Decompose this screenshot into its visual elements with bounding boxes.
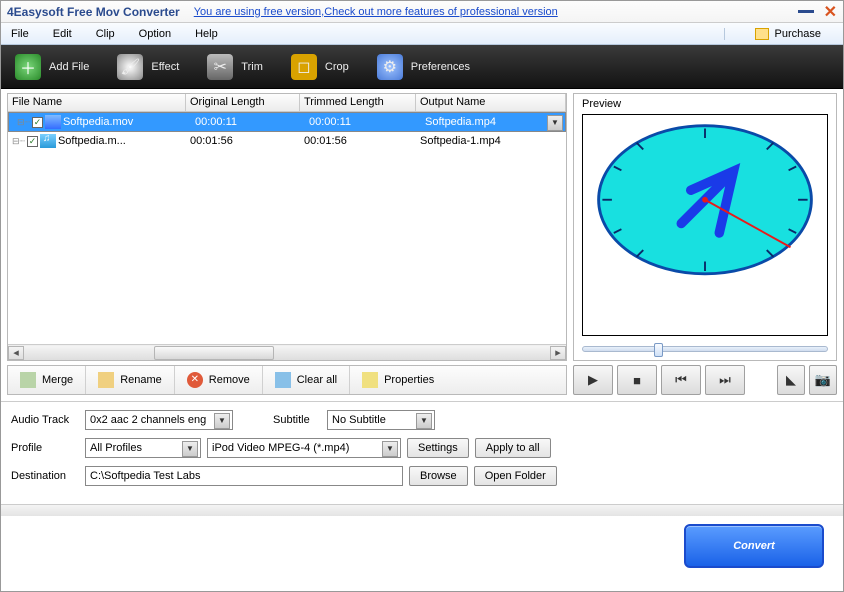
output-name: Softpedia.mp4 bbox=[421, 116, 561, 128]
video-icon bbox=[45, 115, 61, 129]
row-checkbox[interactable]: ✓ bbox=[32, 117, 43, 128]
rename-button[interactable]: Rename bbox=[86, 366, 175, 394]
toolbar: ＋ Add File 🖌 Effect ✂ Trim ◻ Crop ⚙ Pref… bbox=[1, 45, 843, 89]
remove-icon bbox=[187, 372, 203, 388]
menubar: File Edit Clip Option Help Purchase bbox=[1, 23, 843, 45]
add-file-button[interactable]: ＋ Add File bbox=[15, 54, 89, 80]
file-name: Softpedia.m... bbox=[58, 135, 126, 147]
crop-icon: ◻ bbox=[291, 54, 317, 80]
play-controls: ▶ ■ ⏮ ⏭ ◣ 📷 bbox=[573, 365, 837, 395]
clear-all-button[interactable]: Clear all bbox=[263, 366, 350, 394]
titlebar: 4Easysoft Free Mov Converter You are usi… bbox=[1, 1, 843, 23]
statusbar bbox=[1, 504, 843, 516]
cart-icon bbox=[755, 28, 769, 40]
trimmed-length: 00:01:56 bbox=[300, 135, 416, 147]
menu-edit[interactable]: Edit bbox=[47, 26, 90, 42]
trim-button[interactable]: ✂ Trim bbox=[207, 54, 263, 80]
convert-button[interactable]: Convert bbox=[684, 524, 824, 568]
properties-button[interactable]: Properties bbox=[350, 366, 446, 394]
original-length: 00:00:11 bbox=[191, 116, 305, 128]
purchase-button[interactable]: Purchase bbox=[724, 28, 839, 40]
action-buttons: Merge Rename Remove Clear all Properties bbox=[7, 365, 567, 395]
seek-slider[interactable] bbox=[582, 342, 828, 356]
horizontal-scrollbar[interactable]: ◂ ▸ bbox=[8, 344, 566, 360]
apply-all-button[interactable]: Apply to all bbox=[475, 438, 551, 458]
subtitle-select[interactable]: No Subtitle bbox=[327, 410, 435, 430]
profile-select[interactable]: iPod Video MPEG-4 (*.mp4) bbox=[207, 438, 401, 458]
table-row[interactable]: ⊟┈✓Softpedia.m...00:01:5600:01:56Softped… bbox=[8, 132, 566, 150]
effect-icon: 🖌 bbox=[117, 54, 143, 80]
menu-clip[interactable]: Clip bbox=[90, 26, 133, 42]
file-name: Softpedia.mov bbox=[63, 116, 133, 128]
col-original-length[interactable]: Original Length bbox=[186, 94, 300, 111]
destination-label: Destination bbox=[11, 470, 79, 482]
original-length: 00:01:56 bbox=[186, 135, 300, 147]
scroll-right-icon[interactable]: ▸ bbox=[550, 346, 566, 360]
add-file-icon: ＋ bbox=[15, 54, 41, 80]
effect-label: Effect bbox=[151, 61, 179, 73]
file-rows[interactable]: ⊟┈✓Softpedia.mov00:00:1100:00:11Softpedi… bbox=[8, 112, 566, 344]
trim-icon: ✂ bbox=[207, 54, 233, 80]
preview-pane: Preview bbox=[573, 93, 837, 361]
settings-button[interactable]: Settings bbox=[407, 438, 469, 458]
scroll-left-icon[interactable]: ◂ bbox=[8, 346, 24, 360]
app-title: 4Easysoft Free Mov Converter bbox=[7, 5, 180, 19]
promo-link[interactable]: You are using free version,Check out mor… bbox=[194, 6, 798, 18]
col-trimmed-length[interactable]: Trimmed Length bbox=[300, 94, 416, 111]
merge-button[interactable]: Merge bbox=[8, 366, 86, 394]
add-file-label: Add File bbox=[49, 61, 89, 73]
gear-icon: ⚙ bbox=[377, 54, 403, 80]
table-row[interactable]: ⊟┈✓Softpedia.mov00:00:1100:00:11Softpedi… bbox=[8, 112, 566, 132]
next-button[interactable]: ⏭ bbox=[705, 365, 745, 395]
audio-track-label: Audio Track bbox=[11, 414, 79, 426]
preferences-label: Preferences bbox=[411, 61, 470, 73]
menu-option[interactable]: Option bbox=[133, 26, 189, 42]
rename-icon bbox=[98, 372, 114, 388]
scroll-thumb[interactable] bbox=[154, 346, 274, 360]
snapshot-button[interactable]: ◣ bbox=[777, 365, 805, 395]
crop-label: Crop bbox=[325, 61, 349, 73]
preferences-button[interactable]: ⚙ Preferences bbox=[377, 54, 470, 80]
output-name: Softpedia-1.mp4 bbox=[416, 135, 566, 147]
settings-area: Audio Track 0x2 aac 2 channels eng Subti… bbox=[1, 401, 843, 504]
stop-button[interactable]: ■ bbox=[617, 365, 657, 395]
close-icon[interactable]: ✕ bbox=[824, 2, 837, 22]
preview-image bbox=[582, 114, 828, 336]
trim-label: Trim bbox=[241, 61, 263, 73]
seek-thumb[interactable] bbox=[654, 343, 663, 357]
camera-button[interactable]: 📷 bbox=[809, 365, 837, 395]
preview-label: Preview bbox=[582, 98, 828, 110]
prev-button[interactable]: ⏮ bbox=[661, 365, 701, 395]
properties-icon bbox=[362, 372, 378, 388]
subtitle-label: Subtitle bbox=[273, 414, 321, 426]
destination-input[interactable]: C:\Softpedia Test Labs bbox=[85, 466, 403, 486]
minimize-icon[interactable] bbox=[798, 10, 814, 13]
audio-icon bbox=[40, 134, 56, 148]
col-output-name[interactable]: Output Name bbox=[416, 94, 566, 111]
profile-label: Profile bbox=[11, 442, 79, 454]
menu-file[interactable]: File bbox=[5, 26, 47, 42]
row-checkbox[interactable]: ✓ bbox=[27, 136, 38, 147]
merge-icon bbox=[20, 372, 36, 388]
crop-button[interactable]: ◻ Crop bbox=[291, 54, 349, 80]
col-file-name[interactable]: File Name bbox=[8, 94, 186, 111]
column-headers: File Name Original Length Trimmed Length… bbox=[8, 94, 566, 112]
remove-button[interactable]: Remove bbox=[175, 366, 263, 394]
profile-group-select[interactable]: All Profiles bbox=[85, 438, 201, 458]
file-list: File Name Original Length Trimmed Length… bbox=[7, 93, 567, 361]
trimmed-length: 00:00:11 bbox=[305, 116, 421, 128]
play-button[interactable]: ▶ bbox=[573, 365, 613, 395]
menu-help[interactable]: Help bbox=[189, 26, 236, 42]
effect-button[interactable]: 🖌 Effect bbox=[117, 54, 179, 80]
open-folder-button[interactable]: Open Folder bbox=[474, 466, 557, 486]
purchase-label: Purchase bbox=[775, 28, 821, 40]
clear-all-icon bbox=[275, 372, 291, 388]
browse-button[interactable]: Browse bbox=[409, 466, 468, 486]
audio-track-select[interactable]: 0x2 aac 2 channels eng bbox=[85, 410, 233, 430]
